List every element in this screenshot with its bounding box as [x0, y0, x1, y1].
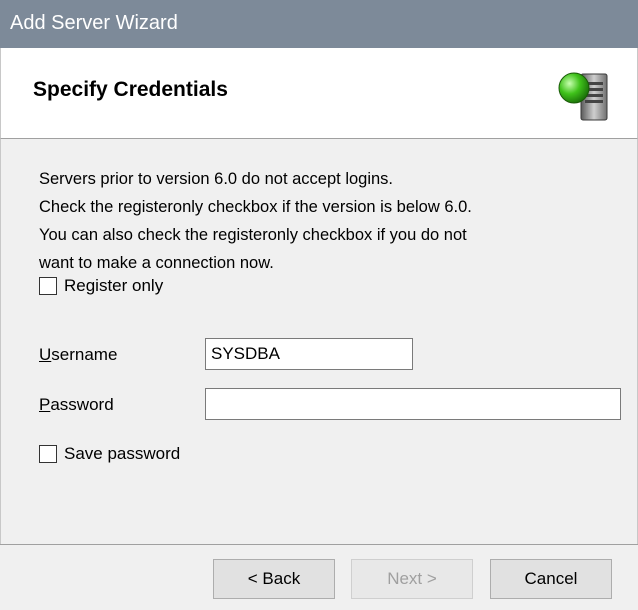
title-bar[interactable]: Add Server Wizard	[0, 0, 638, 48]
register-only-checkbox[interactable]: Register only	[39, 276, 163, 296]
description-text: Servers prior to version 6.0 do not acce…	[39, 165, 599, 277]
next-button[interactable]: Next >	[351, 559, 473, 599]
window-title: Add Server Wizard	[10, 12, 178, 34]
back-button[interactable]: < Back	[213, 559, 335, 599]
server-icon	[558, 72, 608, 121]
description-line: Check the registeronly checkbox if the v…	[39, 198, 472, 216]
wizard-body: Servers prior to version 6.0 do not acce…	[0, 139, 638, 544]
description-line: Servers prior to version 6.0 do not acce…	[39, 170, 394, 188]
page-title: Specify Credentials	[33, 78, 228, 101]
description-line: You can also check the registeronly chec…	[39, 226, 467, 244]
username-label: Username	[39, 345, 118, 364]
wizard-header: Specify Credentials	[0, 48, 638, 139]
register-only-box[interactable]	[39, 277, 57, 295]
description-line: want to make a connection now.	[39, 254, 274, 272]
save-password-checkbox[interactable]: Save password	[39, 444, 180, 464]
cancel-button[interactable]: Cancel	[490, 559, 612, 599]
wizard-footer: < Back Next > Cancel	[0, 545, 638, 610]
username-input[interactable]	[205, 338, 413, 370]
save-password-box[interactable]	[39, 445, 57, 463]
password-label: Password	[39, 395, 114, 414]
register-only-label: Register only	[64, 276, 164, 295]
password-input[interactable]	[205, 388, 621, 420]
save-password-label: Save password	[64, 444, 181, 463]
